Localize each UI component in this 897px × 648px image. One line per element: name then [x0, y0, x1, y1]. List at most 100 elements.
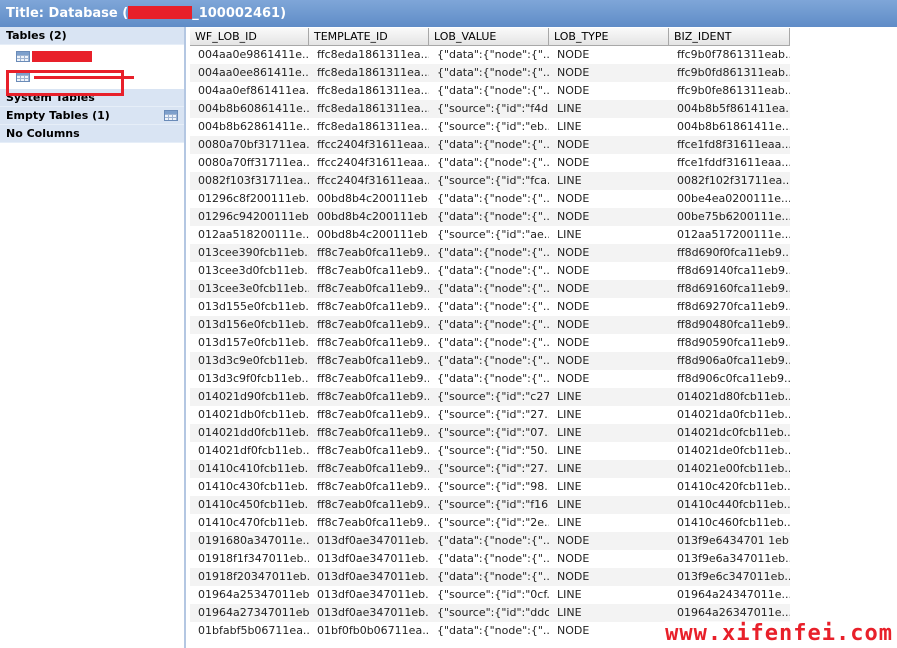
- table-cell[interactable]: NODE: [549, 190, 669, 208]
- table-row[interactable]: 013d155e0fcb11eb... ff8c7eab0fca11eb9...{…: [190, 298, 790, 316]
- table-cell[interactable]: 014021de0fcb11eb...: [669, 442, 790, 460]
- table-cell[interactable]: NODE: [549, 532, 669, 550]
- table-cell[interactable]: 004aa0ee861411e...: [190, 64, 309, 82]
- table-cell[interactable]: {"data":{"node":{"...: [429, 280, 549, 298]
- table-cell[interactable]: ff8d69270fca11eb9...: [669, 298, 790, 316]
- table-cell[interactable]: 00bd8b4c200111eb...: [309, 226, 429, 244]
- table-cell[interactable]: ff8c7eab0fca11eb9...: [309, 298, 429, 316]
- table-cell[interactable]: {"data":{"node":{"...: [429, 244, 549, 262]
- table-cell[interactable]: 01410c440fcb11eb...: [669, 496, 790, 514]
- table-cell[interactable]: {"source":{"id":"50...: [429, 442, 549, 460]
- table-cell[interactable]: ff8c7eab0fca11eb9...: [309, 442, 429, 460]
- table-row[interactable]: 0082f103f31711ea... ffcc2404f31611eaa...{…: [190, 172, 790, 190]
- table-row[interactable]: 013d3c9f0fcb11eb... ff8c7eab0fca11eb9...{…: [190, 370, 790, 388]
- table-cell[interactable]: NODE: [549, 316, 669, 334]
- table-cell[interactable]: 004aa0ef861411ea...: [190, 82, 309, 100]
- table-row[interactable]: 013cee390fcb11eb... ff8c7eab0fca11eb9...{…: [190, 244, 790, 262]
- table-cell[interactable]: NODE: [549, 244, 669, 262]
- table-cell[interactable]: {"data":{"node":{"...: [429, 82, 549, 100]
- table-cell[interactable]: 012aa518200111e...: [190, 226, 309, 244]
- table-cell[interactable]: {"source":{"id":"ddc...: [429, 604, 549, 622]
- table-cell[interactable]: 01964a26347011e...: [669, 604, 790, 622]
- table-row[interactable]: 004aa0ee861411e... ffc8eda1861311ea... {"d…: [190, 64, 790, 82]
- table-cell[interactable]: 01918f20347011eb...: [190, 568, 309, 586]
- table-cell[interactable]: 013f9e6c347011eb...: [669, 568, 790, 586]
- table-cell[interactable]: ff8c7eab0fca11eb9...: [309, 370, 429, 388]
- table-row[interactable]: 01410c450fcb11eb... ff8c7eab0fca11eb9...{…: [190, 496, 790, 514]
- table-cell[interactable]: 01410c470fcb11eb...: [190, 514, 309, 532]
- table-row[interactable]: 004b8b60861411e... ffc8eda1861311ea... {"s…: [190, 100, 790, 118]
- table-cell[interactable]: LINE: [549, 442, 669, 460]
- table-cell[interactable]: {"source":{"id":"27...: [429, 460, 549, 478]
- column-header[interactable]: TEMPLATE_ID: [309, 28, 429, 45]
- table-row[interactable]: 012aa518200111e... 00bd8b4c200111eb... {"s…: [190, 226, 790, 244]
- table-row[interactable]: 0080a70ff31711ea... ffcc2404f31611eaa...{…: [190, 154, 790, 172]
- table-cell[interactable]: 013cee390fcb11eb...: [190, 244, 309, 262]
- table-cell[interactable]: NODE: [549, 46, 669, 64]
- table-cell[interactable]: NODE: [549, 154, 669, 172]
- table-cell[interactable]: ff8c7eab0fca11eb9...: [309, 280, 429, 298]
- table-cell[interactable]: LINE: [549, 514, 669, 532]
- table-cell[interactable]: 00bd8b4c200111eb...: [309, 190, 429, 208]
- table-cell[interactable]: 013cee3d0fcb11eb...: [190, 262, 309, 280]
- table-cell[interactable]: {"data":{"node":{"...: [429, 622, 549, 640]
- table-row[interactable]: 013d157e0fcb11eb... ff8c7eab0fca11eb9...{…: [190, 334, 790, 352]
- table-row[interactable]: 004b8b62861411e... ffc8eda1861311ea... {"s…: [190, 118, 790, 136]
- table-cell[interactable]: {"source":{"id":"ae...: [429, 226, 549, 244]
- tables-header[interactable]: Tables (2): [0, 27, 184, 45]
- table-cell[interactable]: ffc8eda1861311ea...: [309, 100, 429, 118]
- table-cell[interactable]: {"data":{"node":{"...: [429, 334, 549, 352]
- table-cell[interactable]: 013d157e0fcb11eb...: [190, 334, 309, 352]
- table-cell[interactable]: 01964a27347011eb...: [190, 604, 309, 622]
- table-cell[interactable]: ff8c7eab0fca11eb9...: [309, 388, 429, 406]
- table-cell[interactable]: ff8c7eab0fca11eb9...: [309, 406, 429, 424]
- table-cell[interactable]: {"data":{"node":{"...: [429, 64, 549, 82]
- table-row[interactable]: 01964a27347011eb... 013df0ae347011eb... {"…: [190, 604, 790, 622]
- table-cell[interactable]: {"source":{"id":"f4d...: [429, 100, 549, 118]
- table-cell[interactable]: 0082f102f31711ea...: [669, 172, 790, 190]
- table-cell[interactable]: 0191680a347011e...: [190, 532, 309, 550]
- table-cell[interactable]: 01964a24347011e...: [669, 586, 790, 604]
- table-cell[interactable]: {"source":{"id":"eb...: [429, 118, 549, 136]
- table-cell[interactable]: 013df0ae347011eb...: [309, 532, 429, 550]
- table-cell[interactable]: {"data":{"node":{"...: [429, 316, 549, 334]
- table-row[interactable]: 013d156e0fcb11eb... ff8c7eab0fca11eb9...{…: [190, 316, 790, 334]
- table-cell[interactable]: {"data":{"node":{"...: [429, 190, 549, 208]
- table-cell[interactable]: 013df0ae347011eb...: [309, 550, 429, 568]
- table-cell[interactable]: LINE: [549, 388, 669, 406]
- table-cell[interactable]: NODE: [549, 82, 669, 100]
- table-cell[interactable]: 0080a70ff31711ea...: [190, 154, 309, 172]
- table-cell[interactable]: ff8c7eab0fca11eb9...: [309, 424, 429, 442]
- table-cell[interactable]: NODE: [549, 334, 669, 352]
- table-cell[interactable]: ff8d906a0fca11eb9...: [669, 352, 790, 370]
- table-cell[interactable]: 014021d90fcb11eb...: [190, 388, 309, 406]
- table-cell[interactable]: 014021db0fcb11eb...: [190, 406, 309, 424]
- table-cell[interactable]: 013d156e0fcb11eb...: [190, 316, 309, 334]
- table-cell[interactable]: LINE: [549, 226, 669, 244]
- table-cell[interactable]: {"source":{"id":"fca...: [429, 172, 549, 190]
- table-cell[interactable]: LINE: [549, 118, 669, 136]
- sidebar-item-table-1[interactable]: [0, 49, 184, 67]
- table-cell[interactable]: NODE: [549, 352, 669, 370]
- table-cell[interactable]: ff8d90590fca11eb9...: [669, 334, 790, 352]
- table-cell[interactable]: 01bf0fb0b06711ea...: [309, 622, 429, 640]
- table-cell[interactable]: NODE: [549, 136, 669, 154]
- column-header[interactable]: LOB_TYPE: [549, 28, 669, 45]
- table-cell[interactable]: {"data":{"node":{"...: [429, 532, 549, 550]
- table-cell[interactable]: ff8c7eab0fca11eb9...: [309, 514, 429, 532]
- table-row[interactable]: 01296c8f200111eb... 00bd8b4c200111eb... {"…: [190, 190, 790, 208]
- table-cell[interactable]: ff8c7eab0fca11eb9...: [309, 496, 429, 514]
- table-cell[interactable]: LINE: [549, 604, 669, 622]
- table-cell[interactable]: {"source":{"id":"f16...: [429, 496, 549, 514]
- table-row[interactable]: 01410c410fcb11eb... ff8c7eab0fca11eb9...{…: [190, 460, 790, 478]
- table-cell[interactable]: 01410c430fcb11eb...: [190, 478, 309, 496]
- table-cell[interactable]: NODE: [549, 370, 669, 388]
- table-cell[interactable]: {"source":{"id":"c27...: [429, 388, 549, 406]
- table-cell[interactable]: 004b8b61861411e...: [669, 118, 790, 136]
- table-cell[interactable]: ff8c7eab0fca11eb9...: [309, 478, 429, 496]
- table-cell[interactable]: NODE: [549, 622, 669, 640]
- table-row[interactable]: 0191680a347011e... 013df0ae347011eb... {"d…: [190, 532, 790, 550]
- table-cell[interactable]: 013d3c9f0fcb11eb...: [190, 370, 309, 388]
- column-header[interactable]: BIZ_IDENT: [669, 28, 790, 45]
- table-cell[interactable]: ff8d906c0fca11eb9...: [669, 370, 790, 388]
